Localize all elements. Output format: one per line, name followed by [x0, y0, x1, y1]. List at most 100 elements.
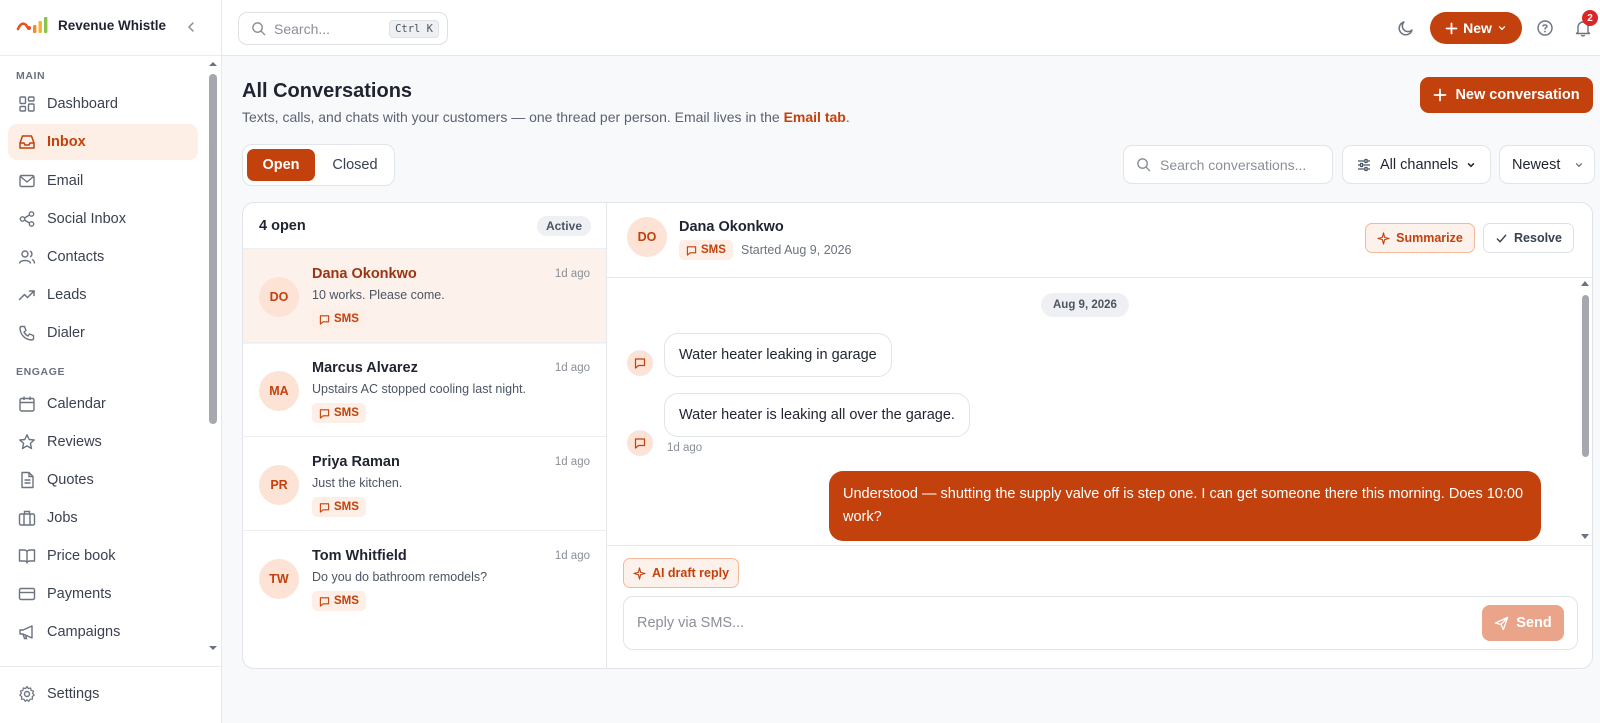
conversation-thread: DO Dana Okonkwo SMS Started Aug 9, 2026 … — [607, 203, 1592, 668]
logo-icon — [16, 16, 50, 34]
sidebar-item-label: Contacts — [47, 249, 105, 265]
timestamp: 1d ago — [554, 268, 590, 280]
channel-chip: SMS — [312, 591, 366, 611]
star-icon — [19, 434, 35, 450]
share-icon — [19, 211, 35, 227]
conversation-item[interactable]: PR Priya Raman 1d ago Just the kitchen. … — [243, 436, 606, 532]
sidebar-item-label: Inbox — [47, 134, 86, 150]
sparkle-icon — [1377, 231, 1390, 245]
contact-name: Marcus Alvarez — [312, 360, 418, 376]
sidebar-scrollbar[interactable] — [208, 60, 218, 658]
timestamp: 1d ago — [554, 550, 590, 562]
new-conversation-button[interactable]: New conversation — [1420, 77, 1593, 113]
sidebar-item-label: Social Inbox — [47, 211, 126, 227]
message-icon — [686, 245, 697, 256]
scroll-down-icon[interactable] — [1581, 534, 1589, 539]
gear-icon — [19, 685, 35, 702]
reply-placeholder: Reply via SMS... — [637, 615, 745, 631]
conversation-item[interactable]: TW Tom Whitfield 1d ago Do you do bathro… — [243, 530, 606, 626]
status-toggle: Open Closed — [242, 144, 395, 186]
conversations-panel: 4 open Active DO Dana Okonkwo 1d ago 10 … — [242, 202, 1593, 669]
sidebar-item-label: Dashboard — [47, 96, 118, 112]
collapse-sidebar-icon[interactable] — [184, 20, 198, 34]
shortcut-hint: Ctrl K — [389, 19, 439, 38]
timestamp: 1d ago — [554, 362, 590, 374]
briefcase-icon — [18, 510, 36, 526]
send-label: Send — [1516, 615, 1552, 631]
users-icon — [18, 250, 36, 264]
avatar: PR — [259, 465, 299, 505]
list-header: 4 open Active — [243, 203, 607, 248]
reply-composer: AI draft reply Reply via SMS... Send — [607, 545, 1592, 668]
summarize-label: Summarize — [1396, 231, 1463, 245]
channel-label: SMS — [701, 244, 726, 256]
scroll-up-icon[interactable] — [208, 60, 218, 68]
open-count: 4 open — [259, 217, 306, 234]
conversation-list: 4 open Active DO Dana Okonkwo 1d ago 10 … — [243, 203, 607, 668]
sidebar-item-label: Payments — [47, 586, 112, 602]
topbar: Search... Ctrl K New 2 — [222, 0, 1600, 56]
sidebar-item-quotes[interactable]: Quotes — [8, 462, 198, 498]
moon-icon[interactable] — [1397, 19, 1415, 37]
calendar-icon — [19, 396, 35, 412]
scroll-thumb[interactable] — [1582, 295, 1589, 457]
timestamp: 1d ago — [554, 456, 590, 468]
help-icon[interactable] — [1536, 19, 1554, 37]
sidebar-item-label: Dialer — [47, 325, 85, 341]
sidebar-divider — [0, 666, 221, 667]
contact-name: Dana Okonkwo — [312, 266, 417, 282]
check-icon — [1496, 234, 1507, 243]
conversation-search-input[interactable]: Search conversations... — [1123, 145, 1333, 184]
started-date: Started Aug 9, 2026 — [741, 243, 852, 257]
scroll-up-icon[interactable] — [1581, 281, 1589, 286]
sidebar-item-campaigns[interactable]: Campaigns — [8, 614, 198, 650]
scroll-down-icon[interactable] — [208, 644, 218, 652]
tab-open[interactable]: Open — [247, 149, 315, 181]
sidebar-item-payments[interactable]: Payments — [8, 576, 198, 612]
page-subtitle: Texts, calls, and chats with your custom… — [242, 109, 850, 125]
channel-filter-label: All channels — [1380, 156, 1459, 173]
ai-draft-reply-button[interactable]: AI draft reply — [623, 558, 739, 588]
send-button[interactable]: Send — [1482, 605, 1564, 641]
tab-closed[interactable]: Closed — [319, 149, 391, 181]
sidebar-item-inbox[interactable]: Inbox — [8, 124, 198, 160]
sidebar-item-calendar[interactable]: Calendar — [8, 386, 198, 422]
channel-label: SMS — [334, 501, 359, 513]
thread-scrollbar[interactable] — [1579, 279, 1591, 541]
sort-select[interactable]: Newest — [1499, 145, 1595, 184]
conversation-item[interactable]: MA Marcus Alvarez 1d ago Upstairs AC sto… — [243, 342, 606, 438]
email-tab-link[interactable]: Email tab — [784, 109, 846, 125]
notification-badge: 2 — [1582, 10, 1598, 26]
reply-input[interactable]: Reply via SMS... Send — [623, 596, 1578, 650]
summarize-button[interactable]: Summarize — [1365, 223, 1475, 253]
sidebar-item-label: Leads — [47, 287, 87, 303]
sidebar-item-price-book[interactable]: Price book — [8, 538, 198, 574]
scroll-thumb[interactable] — [209, 74, 217, 424]
global-search-input[interactable]: Search... Ctrl K — [238, 12, 448, 45]
sidebar: Revenue Whistle MAIN Dashboard Inbox Ema… — [0, 0, 222, 723]
sidebar-item-dashboard[interactable]: Dashboard — [8, 86, 198, 122]
sidebar-item-social-inbox[interactable]: Social Inbox — [8, 201, 198, 237]
new-button[interactable]: New — [1430, 12, 1522, 44]
outgoing-message: Understood — shutting the supply valve o… — [829, 471, 1541, 541]
search-placeholder: Search... — [274, 20, 331, 37]
conversation-item[interactable]: DO Dana Okonkwo 1d ago 10 works. Please … — [243, 248, 606, 344]
channel-label: SMS — [334, 595, 359, 607]
sort-label: Newest — [1512, 156, 1561, 173]
card-icon — [18, 587, 36, 601]
sidebar-item-dialer[interactable]: Dialer — [8, 315, 198, 351]
inbox-icon — [19, 135, 35, 149]
channel-chip: SMS — [312, 309, 366, 329]
avatar: DO — [259, 277, 299, 317]
sidebar-item-settings[interactable]: Settings — [8, 676, 198, 712]
megaphone-icon — [19, 625, 33, 640]
sidebar-item-email[interactable]: Email — [8, 163, 198, 199]
resolve-button[interactable]: Resolve — [1483, 223, 1574, 253]
sidebar-item-jobs[interactable]: Jobs — [8, 500, 198, 536]
channel-filter-select[interactable]: All channels — [1342, 145, 1491, 184]
sidebar-item-leads[interactable]: Leads — [8, 277, 198, 313]
conversation-search-placeholder: Search conversations... — [1160, 156, 1307, 173]
sidebar-item-contacts[interactable]: Contacts — [8, 239, 198, 275]
brand[interactable]: Revenue Whistle — [16, 16, 166, 34]
sidebar-item-reviews[interactable]: Reviews — [8, 424, 198, 460]
